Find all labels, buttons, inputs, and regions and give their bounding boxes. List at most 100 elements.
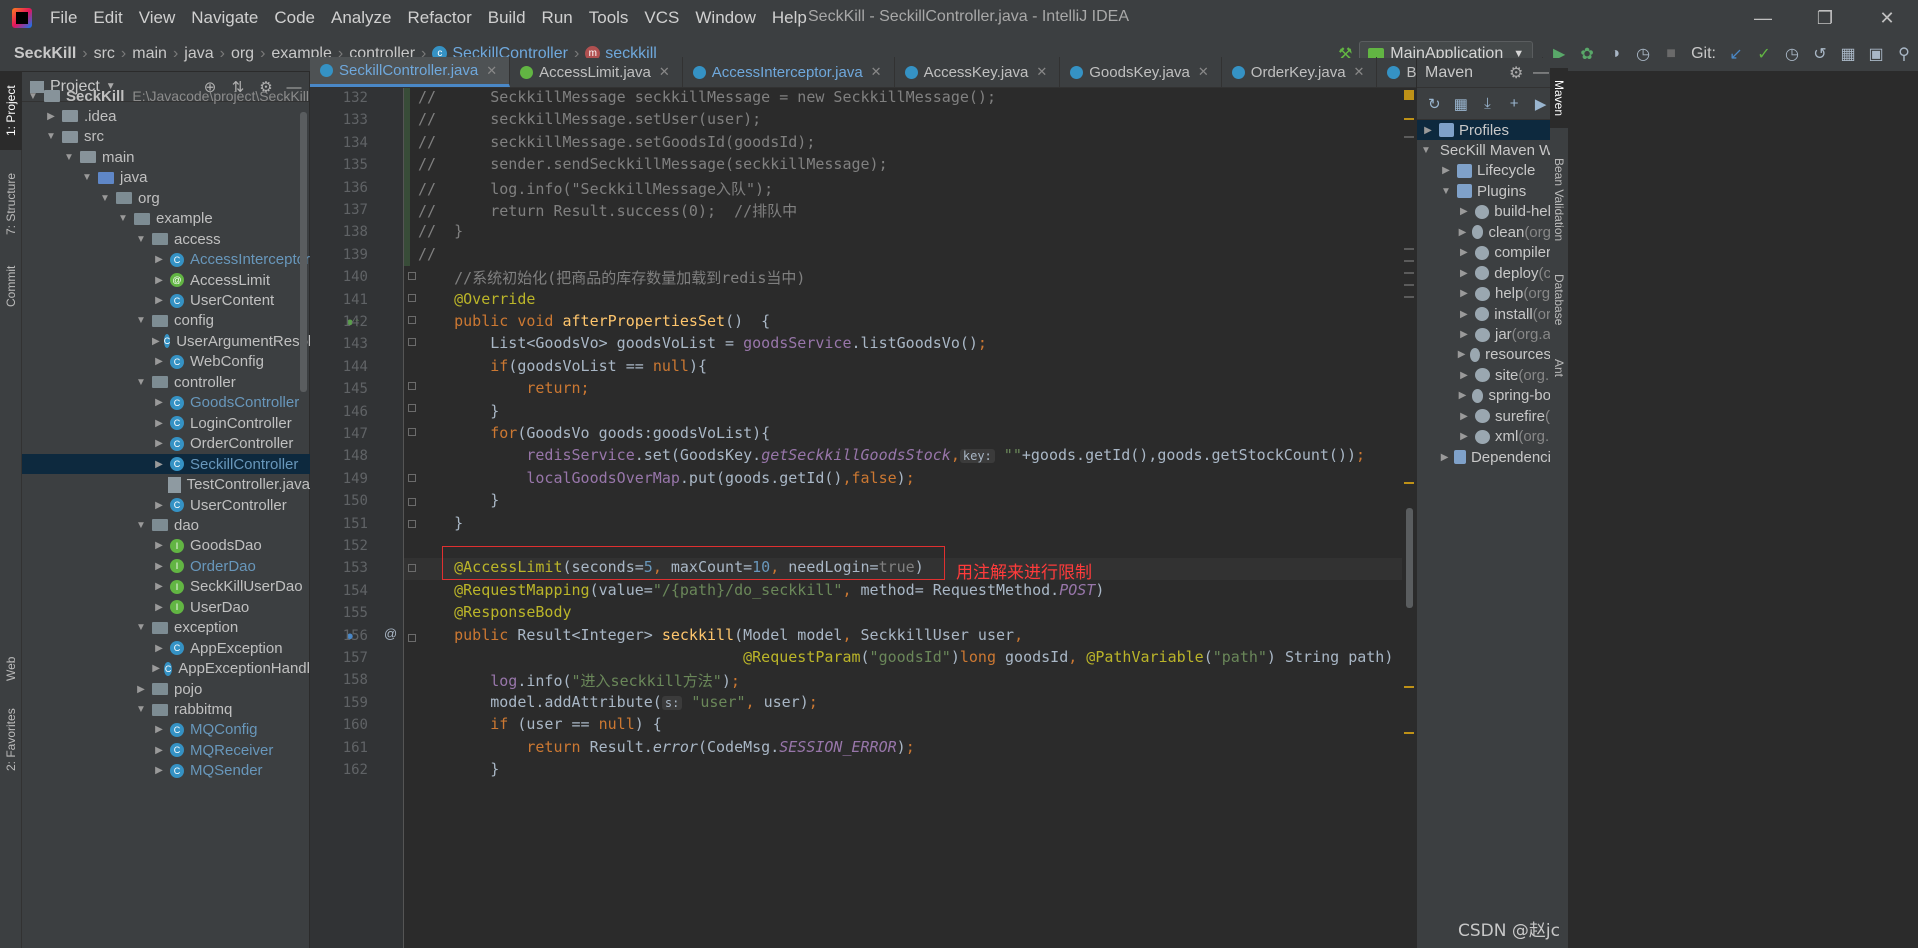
close-tab-icon[interactable]: ✕ (1036, 64, 1047, 80)
tree-item[interactable]: ▶ C LoginController (22, 413, 310, 433)
code-line[interactable]: if (user == null) { (418, 715, 662, 733)
expanded-arrow-icon[interactable]: ▼ (98, 193, 112, 204)
collapsed-arrow-icon[interactable]: ▶ (44, 111, 58, 122)
project-scrollbar[interactable] (300, 112, 307, 392)
maven-tree-item[interactable]: ▼ SecKill Maven W (1417, 140, 1550, 160)
collapsed-arrow-icon[interactable]: ▶ (1457, 206, 1471, 217)
collapsed-arrow-icon[interactable]: ▶ (1457, 329, 1471, 340)
git-commit-icon[interactable]: ✓ (1750, 40, 1778, 68)
tree-item[interactable]: ▶ C UserArgumentResol (22, 331, 310, 351)
code-line[interactable]: @RequestMapping(value="/{path}/do_seckki… (418, 581, 1104, 599)
collapsed-arrow-icon[interactable]: ▶ (152, 459, 166, 470)
tree-item[interactable]: ▼ exception (22, 618, 310, 638)
git-history-icon[interactable]: ◷ (1778, 40, 1806, 68)
expanded-arrow-icon[interactable]: ▼ (134, 234, 148, 245)
code-line[interactable]: } (418, 402, 499, 420)
expanded-arrow-icon[interactable]: ▼ (80, 172, 94, 183)
tab-database[interactable]: Database (1550, 264, 1568, 336)
menu-view[interactable]: View (131, 8, 184, 28)
editor-tab[interactable]: GoodsKey.java ✕ (1060, 57, 1222, 87)
collapsed-arrow-icon[interactable]: ▶ (1457, 268, 1471, 279)
profile-icon[interactable]: ◷ (1629, 40, 1657, 68)
menu-edit[interactable]: Edit (85, 8, 130, 28)
collapsed-arrow-icon[interactable]: ▶ (152, 397, 166, 408)
tree-item[interactable]: ▶ I SeckKillUserDao (22, 577, 310, 597)
maven-tree-item[interactable]: ▶ spring-bo (1417, 386, 1550, 406)
restore-icon[interactable]: ❐ (1794, 0, 1856, 36)
fold-marker-icon[interactable] (408, 404, 416, 412)
expanded-arrow-icon[interactable]: ▼ (1421, 145, 1431, 156)
expanded-arrow-icon[interactable]: ▼ (62, 152, 76, 163)
code-line[interactable]: return Result.error(CodeMsg.SESSION_ERRO… (418, 738, 914, 756)
collapsed-arrow-icon[interactable]: ▶ (152, 581, 166, 592)
maven-tree-item[interactable]: ▶ compiler (1417, 243, 1550, 263)
close-tab-icon[interactable]: ✕ (871, 64, 882, 80)
collapsed-arrow-icon[interactable]: ▶ (152, 724, 166, 735)
code-line[interactable]: } (418, 514, 463, 532)
editor-tab[interactable]: SeckillController.java ✕ (310, 57, 511, 87)
tree-item[interactable]: TestController.java (22, 475, 310, 495)
code-line[interactable]: localGoodsOverMap.put(goods.getId(),fals… (418, 469, 914, 487)
code-line[interactable]: // seckkillMessage.setGoodsId(goodsId); (418, 133, 815, 151)
code-line[interactable]: if(goodsVoList == null){ (418, 357, 707, 375)
editor-scroll-thumb[interactable] (1406, 508, 1413, 608)
code-line[interactable]: // return Result.success(0); //排队中 (418, 200, 797, 221)
fold-marker-icon[interactable] (408, 634, 416, 642)
add-folder-icon[interactable]: ▦ (1452, 95, 1471, 113)
menu-analyze[interactable]: Analyze (323, 8, 399, 28)
maven-tree-item[interactable]: ▶ Dependenci (1417, 447, 1550, 467)
collapsed-arrow-icon[interactable]: ▶ (152, 643, 166, 654)
collapsed-arrow-icon[interactable]: ▶ (152, 765, 166, 776)
search-icon[interactable]: ⚲ (1890, 40, 1918, 68)
expanded-arrow-icon[interactable]: ▼ (134, 315, 148, 326)
code-editor[interactable]: ●↑ ● @ // SeckkillMessage seckkillMessag… (310, 88, 1416, 948)
tree-item[interactable]: ▼ org (22, 188, 310, 208)
tree-item[interactable]: ▶ C AppException (22, 638, 310, 658)
tab-web[interactable]: Web (0, 644, 22, 694)
close-tab-icon[interactable]: ✕ (659, 64, 670, 80)
close-icon[interactable]: ✕ (1856, 0, 1918, 36)
run-maven-icon[interactable]: ▶ (1531, 95, 1550, 113)
inspection-status-icon[interactable] (1404, 90, 1414, 100)
fold-marker-icon[interactable] (408, 294, 416, 302)
tree-item[interactable]: ▶ I GoodsDao (22, 536, 310, 556)
code-line[interactable]: } (418, 760, 499, 778)
collapsed-arrow-icon[interactable]: ▶ (152, 663, 160, 674)
maven-tree-item[interactable]: ▶ jar (org.a (1417, 325, 1550, 345)
expanded-arrow-icon[interactable]: ▼ (116, 213, 130, 224)
tree-item[interactable]: ▼ dao (22, 515, 310, 535)
fold-marker-icon[interactable] (408, 564, 416, 572)
tree-item[interactable]: ▶ C MQReceiver (22, 740, 310, 760)
fold-marker-icon[interactable] (408, 382, 416, 390)
tab-maven[interactable]: Maven (1550, 68, 1568, 128)
collapsed-arrow-icon[interactable]: ▶ (134, 684, 148, 695)
debug-icon[interactable]: ✿ (1573, 40, 1601, 68)
collapsed-arrow-icon[interactable]: ▶ (1457, 349, 1466, 360)
maven-tree-item[interactable]: ▶ site (org. (1417, 365, 1550, 385)
collapsed-arrow-icon[interactable]: ▶ (152, 275, 166, 286)
tree-item[interactable]: ▶ C GoodsController (22, 393, 310, 413)
stop-icon[interactable]: ■ (1657, 40, 1685, 68)
collapsed-arrow-icon[interactable]: ▶ (152, 418, 166, 429)
menu-run[interactable]: Run (534, 8, 581, 28)
collapsed-arrow-icon[interactable]: ▶ (152, 500, 166, 511)
menu-window[interactable]: Window (687, 8, 763, 28)
code-line[interactable]: // (418, 245, 436, 263)
code-line[interactable]: redisService.set(GoodsKey.getSeckkillGoo… (418, 446, 1365, 464)
expanded-arrow-icon[interactable]: ▼ (134, 377, 148, 388)
breadcrumb-item[interactable]: org (231, 45, 254, 63)
breadcrumb-item[interactable]: src (94, 45, 115, 63)
collapsed-arrow-icon[interactable]: ▶ (152, 438, 166, 449)
tree-item[interactable]: ▶ C SeckillController (22, 454, 310, 475)
collapsed-arrow-icon[interactable]: ▶ (1457, 288, 1471, 299)
tree-item[interactable]: ▼ access (22, 229, 310, 249)
fold-marker-icon[interactable] (408, 338, 416, 346)
tree-item[interactable]: ▼ java (22, 168, 310, 188)
expanded-arrow-icon[interactable]: ▼ (44, 131, 58, 142)
menu-vcs[interactable]: VCS (636, 8, 687, 28)
tree-item[interactable]: ▼ SeckKill E:\Javacode\project\SeckKill (22, 86, 310, 106)
collapsed-arrow-icon[interactable]: ▶ (152, 561, 166, 572)
collapsed-arrow-icon[interactable]: ▶ (152, 745, 166, 756)
tab-ant[interactable]: Ant (1550, 348, 1568, 388)
tree-item[interactable]: ▶ .idea (22, 106, 310, 126)
